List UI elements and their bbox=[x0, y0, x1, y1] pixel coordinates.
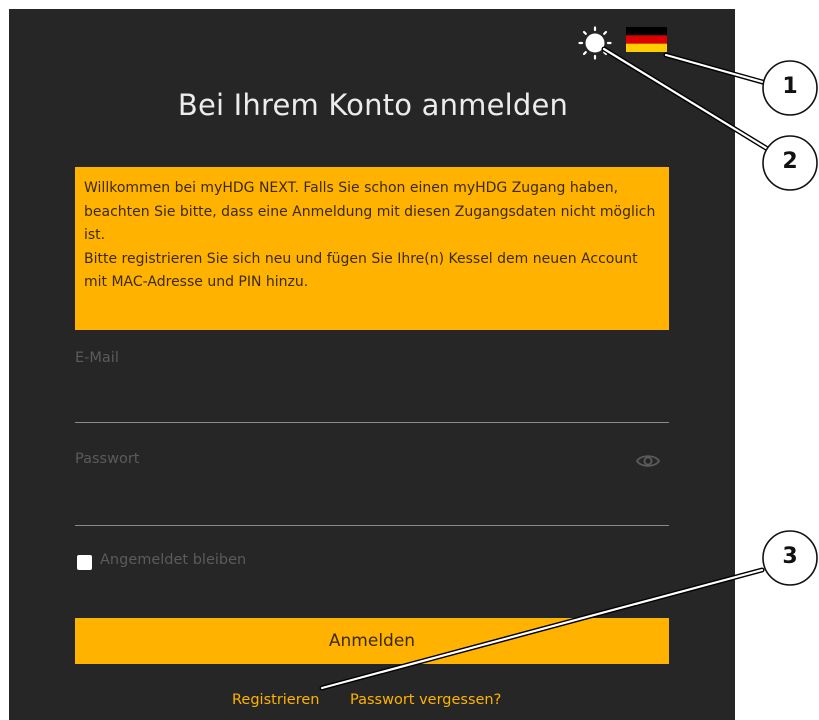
register-link[interactable]: Registrieren bbox=[232, 692, 319, 708]
login-button[interactable]: Anmelden bbox=[75, 618, 669, 664]
page-title: Bei Ihrem Konto anmelden bbox=[177, 88, 569, 122]
sun-icon[interactable] bbox=[578, 26, 612, 60]
password-field[interactable] bbox=[75, 494, 639, 522]
screenshot: Bei Ihrem Konto anmelden Willkommen bei … bbox=[0, 0, 819, 720]
email-underline bbox=[75, 422, 669, 423]
eye-icon[interactable] bbox=[634, 451, 662, 471]
german-flag-icon[interactable] bbox=[626, 27, 667, 52]
remember-me-checkbox[interactable] bbox=[77, 555, 92, 570]
callout-3: 3 bbox=[782, 544, 798, 569]
notice-text-1: Willkommen bei myHDG NEXT. Falls Sie sch… bbox=[84, 180, 656, 243]
notice-text-2: Bitte registrieren Sie sich neu und füge… bbox=[84, 250, 638, 291]
callout-1: 1 bbox=[782, 74, 798, 99]
forgot-password-link[interactable]: Passwort vergessen? bbox=[350, 692, 501, 708]
callout-2: 2 bbox=[782, 149, 798, 174]
email-label: E-Mail bbox=[75, 350, 119, 366]
password-label: Passwort bbox=[75, 451, 140, 467]
password-underline bbox=[75, 525, 669, 526]
welcome-notice: Willkommen bei myHDG NEXT. Falls Sie sch… bbox=[75, 167, 669, 330]
email-field[interactable] bbox=[75, 392, 639, 420]
remember-me-label: Angemeldet bleiben bbox=[100, 552, 247, 568]
